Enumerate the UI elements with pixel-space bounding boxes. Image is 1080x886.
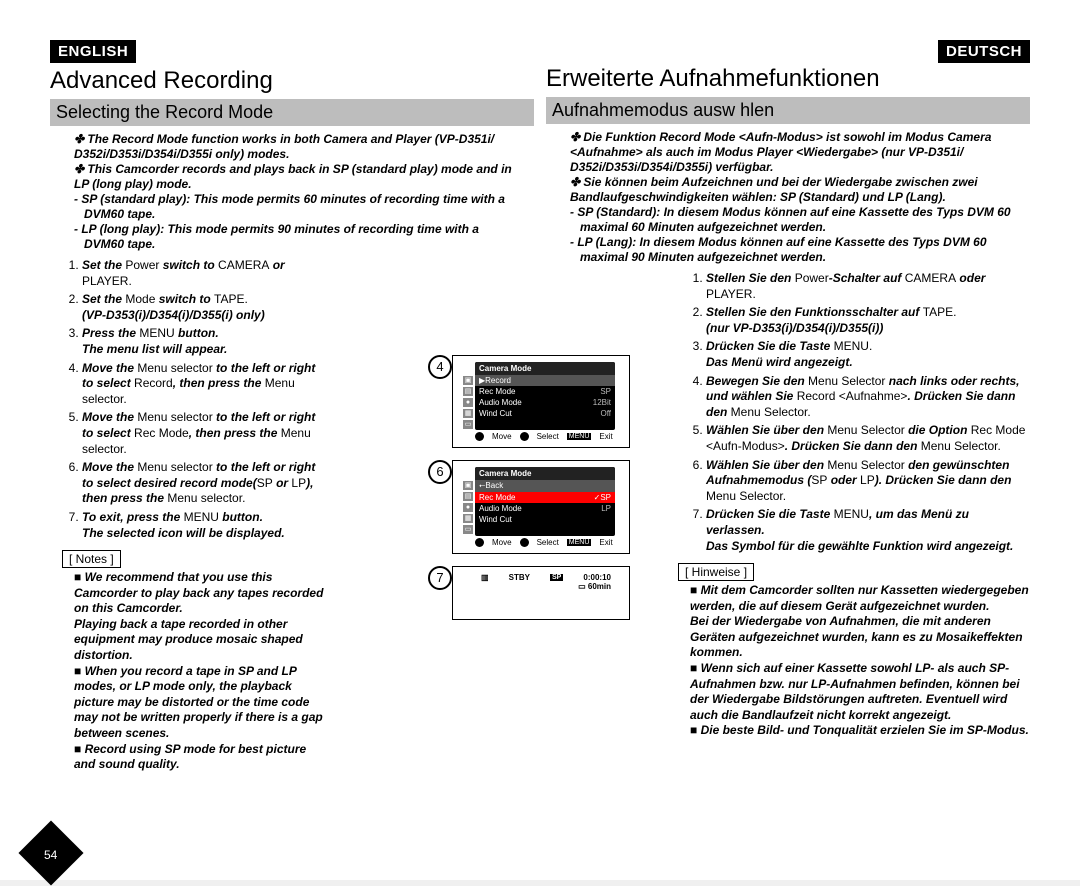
- select-icon: [520, 538, 529, 547]
- page-number: 54: [44, 848, 57, 862]
- figure-6: 6 ▣ ▤ ● ▦ ▭ Camera Mode ⭠Back Rec Mode✓S…: [452, 460, 628, 554]
- menu-title: Camera Mode: [475, 362, 615, 375]
- figure-number-7: 7: [428, 566, 452, 590]
- lang-label-english: ENGLISH: [50, 40, 136, 63]
- tape-icon: ▤: [463, 492, 473, 501]
- figure-7: 7 ▥ STBY SP 0:00:10 ▭ 60min: [452, 566, 628, 620]
- notes-label-en: [ Notes ]: [62, 550, 121, 568]
- select-icon: [520, 432, 529, 441]
- osd-screen-4: ▣ ▤ ● ▦ ▭ Camera Mode ▶Record Rec ModeSP…: [452, 355, 630, 448]
- display-icon: ▭: [463, 525, 473, 534]
- subtitle-deutsch: Aufnahmemodus ausw hlen: [546, 97, 1030, 124]
- tape-icon: ▤: [463, 387, 473, 396]
- menu-button-icon: MENU: [567, 539, 592, 546]
- menu-nav-4: Move Select MENUExit: [475, 432, 615, 441]
- record-icon: ●: [463, 503, 473, 512]
- notes-de: ■ Mit dem Camcorder sollten nur Kassette…: [678, 583, 1030, 739]
- title-english: Advanced Recording: [50, 67, 534, 95]
- camera-icon: ▣: [463, 376, 473, 385]
- figure-4: 4 ▣ ▤ ● ▦ ▭ Camera Mode ▶Record Rec Mode…: [452, 355, 628, 448]
- display-icon: ▭: [463, 420, 473, 429]
- menu-nav-6: Move Select MENUExit: [475, 538, 615, 547]
- manual-page: ENGLISH Advanced Recording Selecting the…: [0, 0, 1080, 880]
- figure-number-4: 4: [428, 355, 452, 379]
- menu-title: Camera Mode: [475, 467, 615, 480]
- osd-screen-6: ▣ ▤ ● ▦ ▭ Camera Mode ⭠Back Rec Mode✓SP …: [452, 460, 630, 554]
- record-icon: ●: [463, 398, 473, 407]
- move-icon: [475, 538, 484, 547]
- notes-label-de: [ Hinweise ]: [678, 563, 754, 581]
- intro-english: ✤ The Record Mode function works in both…: [50, 132, 534, 252]
- center-figures: 4 ▣ ▤ ● ▦ ▭ Camera Mode ▶Record Rec Mode…: [452, 355, 628, 632]
- subtitle-english: Selecting the Record Mode: [50, 99, 534, 126]
- chip-icon: ▦: [463, 409, 473, 418]
- battery-icon: ▥: [481, 573, 489, 582]
- chip-icon: ▦: [463, 514, 473, 523]
- figure-number-6: 6: [428, 460, 452, 484]
- tape-remain-icon: ▭: [578, 582, 586, 591]
- title-deutsch: Erweiterte Aufnahmefunktionen: [546, 65, 1030, 93]
- intro-deutsch: ✤ Die Funktion Record Mode <Aufn-Modus> …: [546, 130, 1030, 265]
- lang-label-deutsch: DEUTSCH: [938, 40, 1030, 63]
- menu-button-icon: MENU: [567, 433, 592, 440]
- camera-icon: ▣: [463, 481, 473, 490]
- osd-screen-7: ▥ STBY SP 0:00:10 ▭ 60min: [452, 566, 630, 620]
- notes-en: ■ We recommend that you use this Camcord…: [50, 570, 324, 773]
- move-icon: [475, 432, 484, 441]
